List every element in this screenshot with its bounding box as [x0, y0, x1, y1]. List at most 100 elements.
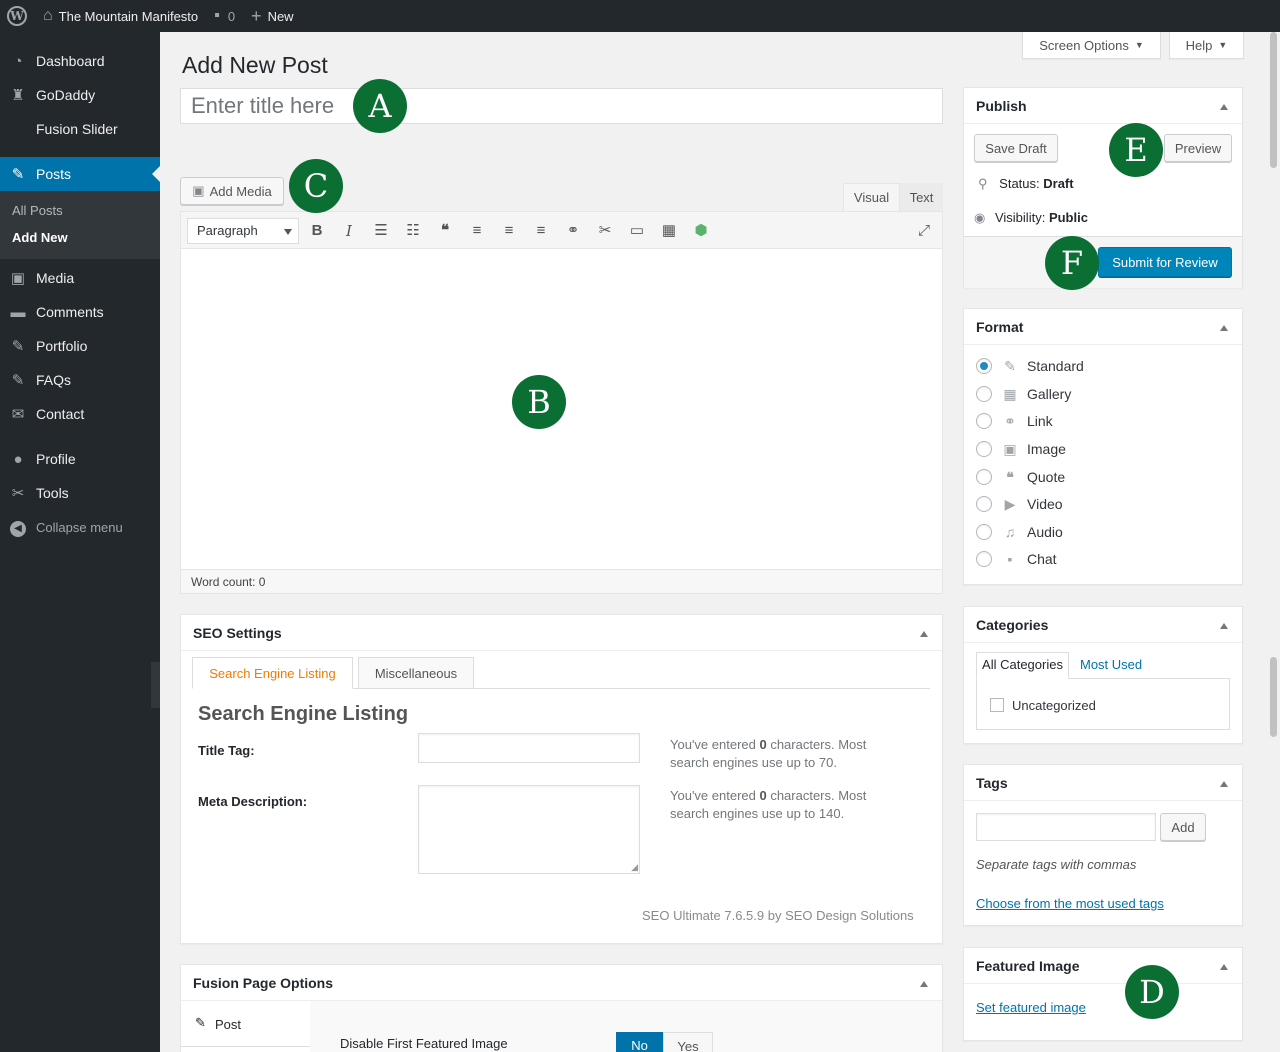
- meta-description-textarea[interactable]: ◢: [418, 785, 640, 874]
- tab-visual[interactable]: Visual: [843, 183, 900, 211]
- format-radio-audio[interactable]: [976, 524, 992, 540]
- fusion-tab-post[interactable]: ✎ Post: [181, 1001, 310, 1047]
- publish-header[interactable]: Publish: [964, 88, 1242, 124]
- collapse-toggle-icon[interactable]: [1220, 623, 1228, 629]
- sidebar-item-dashboard[interactable]: ◔ Dashboard: [0, 44, 160, 78]
- sidebar-item-profile[interactable]: ● Profile: [0, 442, 160, 476]
- sidebar-item-faqs[interactable]: ✎ FAQs: [0, 363, 160, 397]
- scrollbar-thumb-top[interactable]: [1270, 32, 1277, 168]
- collapse-toggle-icon[interactable]: [1220, 104, 1228, 110]
- submit-for-review-button[interactable]: Submit for Review: [1098, 247, 1232, 277]
- word-count: Word count: 0: [181, 569, 942, 593]
- comment-icon: ▪: [214, 7, 220, 24]
- toggle-no-button[interactable]: No: [616, 1032, 663, 1052]
- tag-input[interactable]: [976, 813, 1156, 841]
- post-title-input[interactable]: Enter title here: [180, 88, 943, 124]
- home-icon: ⌂: [43, 7, 53, 24]
- collapse-toggle-icon[interactable]: [1220, 964, 1228, 970]
- set-featured-image-link[interactable]: Set featured image: [976, 1000, 1086, 1015]
- bold-icon[interactable]: B: [305, 220, 329, 242]
- shortcode-icon[interactable]: ⬢: [689, 220, 713, 242]
- disable-featured-image-label: Disable First Featured Image: [340, 1036, 508, 1051]
- collapse-toggle-icon[interactable]: [1220, 781, 1228, 787]
- submenu-add-new[interactable]: Add New: [12, 230, 68, 245]
- sidebar-item-fusion-slider[interactable]: Fusion Slider: [0, 112, 160, 146]
- sidebar-item-posts[interactable]: ✎ Posts: [0, 157, 160, 191]
- fusion-page-options-header[interactable]: Fusion Page Options: [181, 965, 942, 1001]
- status-row: ⚲ Status: Draft: [978, 176, 1074, 191]
- categories-header[interactable]: Categories: [964, 607, 1242, 643]
- editor-toolbar: Paragraph B I ☰ ☷ ❝ ≡ ≡ ≡ ⚭ ✂ ▭ ▦ ⬢ ⤢: [181, 212, 942, 249]
- collapse-menu-button[interactable]: ◀ Collapse menu: [0, 510, 160, 544]
- save-draft-button[interactable]: Save Draft: [974, 134, 1058, 162]
- sidebar-item-contact[interactable]: ✉ Contact: [0, 397, 160, 431]
- format-radio-standard[interactable]: [976, 358, 992, 374]
- link-icon[interactable]: ⚭: [561, 220, 585, 242]
- tab-all-categories[interactable]: All Categories: [976, 652, 1069, 679]
- bullet-list-icon[interactable]: ☰: [369, 220, 393, 242]
- wp-logo-menu[interactable]: W: [0, 0, 35, 32]
- site-name-link[interactable]: ⌂ The Mountain Manifesto: [35, 0, 206, 32]
- format-radio-quote[interactable]: [976, 469, 992, 485]
- sidebar-item-tools[interactable]: ✂ Tools: [0, 476, 160, 510]
- align-right-icon[interactable]: ≡: [529, 220, 553, 242]
- collapse-icon: ◀: [0, 518, 36, 537]
- blockquote-icon[interactable]: ❝: [433, 220, 457, 242]
- numbered-list-icon[interactable]: ☷: [401, 220, 425, 242]
- submenu-all-posts[interactable]: All Posts: [12, 203, 63, 218]
- scrollbar-thumb-sidebar[interactable]: [1270, 657, 1277, 737]
- tab-most-used[interactable]: Most Used: [1080, 657, 1142, 672]
- resize-grip-icon[interactable]: ◢: [631, 862, 638, 873]
- format-radio-image[interactable]: [976, 441, 992, 457]
- quote-icon: ❝: [1006, 469, 1014, 485]
- read-more-icon[interactable]: ▭: [625, 220, 649, 242]
- choose-most-used-tags-link[interactable]: Choose from the most used tags: [976, 896, 1164, 911]
- featured-image-header[interactable]: Featured Image: [964, 948, 1242, 984]
- toggle-yes-button[interactable]: Yes: [663, 1032, 713, 1052]
- annotation-marker-c: C: [289, 159, 343, 213]
- chevron-down-icon: [284, 229, 292, 235]
- sidebar-item-portfolio[interactable]: ✎ Portfolio: [0, 329, 160, 363]
- sidebar-item-label: Posts: [36, 166, 72, 182]
- format-label-image: Image: [1027, 441, 1066, 457]
- seo-settings-header[interactable]: SEO Settings: [181, 615, 942, 651]
- tags-header[interactable]: Tags: [964, 765, 1242, 801]
- add-media-button[interactable]: ▣ Add Media: [180, 177, 284, 205]
- sidebar-item-media[interactable]: ▣ Media: [0, 261, 160, 295]
- wordpress-icon: W: [7, 6, 27, 26]
- tab-miscellaneous[interactable]: Miscellaneous: [358, 657, 474, 689]
- align-left-icon[interactable]: ≡: [465, 220, 489, 242]
- format-header[interactable]: Format: [964, 309, 1242, 345]
- tab-search-engine-listing[interactable]: Search Engine Listing: [192, 657, 353, 689]
- fullscreen-icon[interactable]: ⤢: [912, 220, 936, 242]
- format-radio-chat[interactable]: [976, 551, 992, 567]
- media-icon: ▣: [192, 183, 205, 198]
- italic-icon[interactable]: I: [337, 220, 361, 242]
- sidebar-item-comments[interactable]: ▬ Comments: [0, 295, 160, 329]
- comments-link[interactable]: ▪ 0: [206, 0, 243, 32]
- collapse-toggle-icon[interactable]: [920, 631, 928, 637]
- category-checkbox-uncategorized[interactable]: [990, 698, 1004, 712]
- format-radio-gallery[interactable]: [976, 386, 992, 402]
- format-radio-video[interactable]: [976, 496, 992, 512]
- screen-options-button[interactable]: Screen Options ▼: [1022, 32, 1161, 59]
- page-scrollbar[interactable]: [1267, 32, 1280, 1052]
- format-radio-link[interactable]: [976, 413, 992, 429]
- format-select[interactable]: Paragraph: [187, 218, 299, 244]
- unlink-icon[interactable]: ✂: [593, 220, 617, 242]
- toolbar-toggle-icon[interactable]: ▦: [657, 220, 681, 242]
- new-content-link[interactable]: + New: [243, 0, 302, 32]
- tab-text[interactable]: Text: [900, 183, 943, 211]
- sidebar-item-label: Profile: [36, 451, 76, 467]
- help-button[interactable]: Help ▼: [1169, 32, 1244, 59]
- annotation-marker-d: D: [1125, 965, 1179, 1019]
- collapse-toggle-icon[interactable]: [920, 981, 928, 987]
- collapse-toggle-icon[interactable]: [1220, 325, 1228, 331]
- title-tag-input[interactable]: [418, 733, 640, 763]
- preview-button[interactable]: Preview: [1164, 134, 1232, 162]
- align-center-icon[interactable]: ≡: [497, 220, 521, 242]
- add-tag-button[interactable]: Add: [1160, 813, 1206, 841]
- sidebar-item-label: Comments: [36, 304, 104, 320]
- sidebar-item-godaddy[interactable]: ♜ GoDaddy: [0, 78, 160, 112]
- page-title: Add New Post: [182, 52, 328, 78]
